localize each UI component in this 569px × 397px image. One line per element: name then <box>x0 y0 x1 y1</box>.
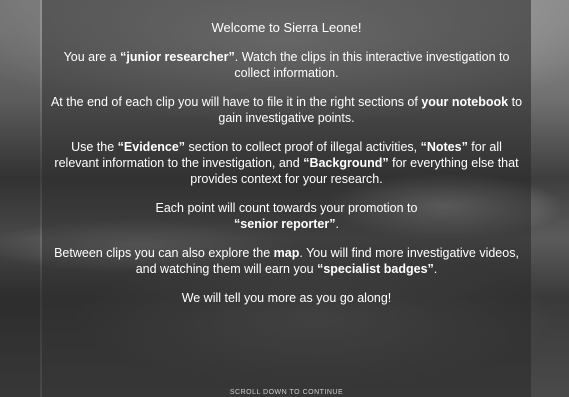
intro-text-block: Welcome to Sierra Leone! You are a “juni… <box>42 0 531 319</box>
intro-paragraph-closing: We will tell you more as you go along! <box>181 291 392 305</box>
intro-paragraph-map: Between clips you can also explore the m… <box>54 246 519 276</box>
background-edge <box>0 0 40 397</box>
background-highlight: “Background” <box>303 156 389 170</box>
notes-highlight: “Notes” <box>420 140 468 154</box>
intro-paragraph-junior-researcher: You are a “junior researcher”. Watch the… <box>63 50 510 80</box>
intro-paragraph-promotion: Each point will count towards your promo… <box>155 201 418 231</box>
map-highlight: map <box>273 246 300 260</box>
intro-paragraph-sections: Use the “Evidence” section to collect pr… <box>54 140 519 186</box>
scroll-down-hint[interactable]: SCROLL DOWN TO CONTINUE <box>42 389 531 397</box>
specialist-badges-highlight: “specialist badges” <box>317 262 434 276</box>
notebook-highlight: your notebook <box>421 95 509 109</box>
junior-researcher-highlight: “junior researcher” <box>120 50 235 64</box>
welcome-title: Welcome to Sierra Leone! <box>211 20 362 35</box>
senior-reporter-highlight: “senior reporter” <box>234 217 336 231</box>
intro-paragraph-notebook: At the end of each clip you will have to… <box>50 95 523 125</box>
evidence-highlight: “Evidence” <box>117 140 186 154</box>
